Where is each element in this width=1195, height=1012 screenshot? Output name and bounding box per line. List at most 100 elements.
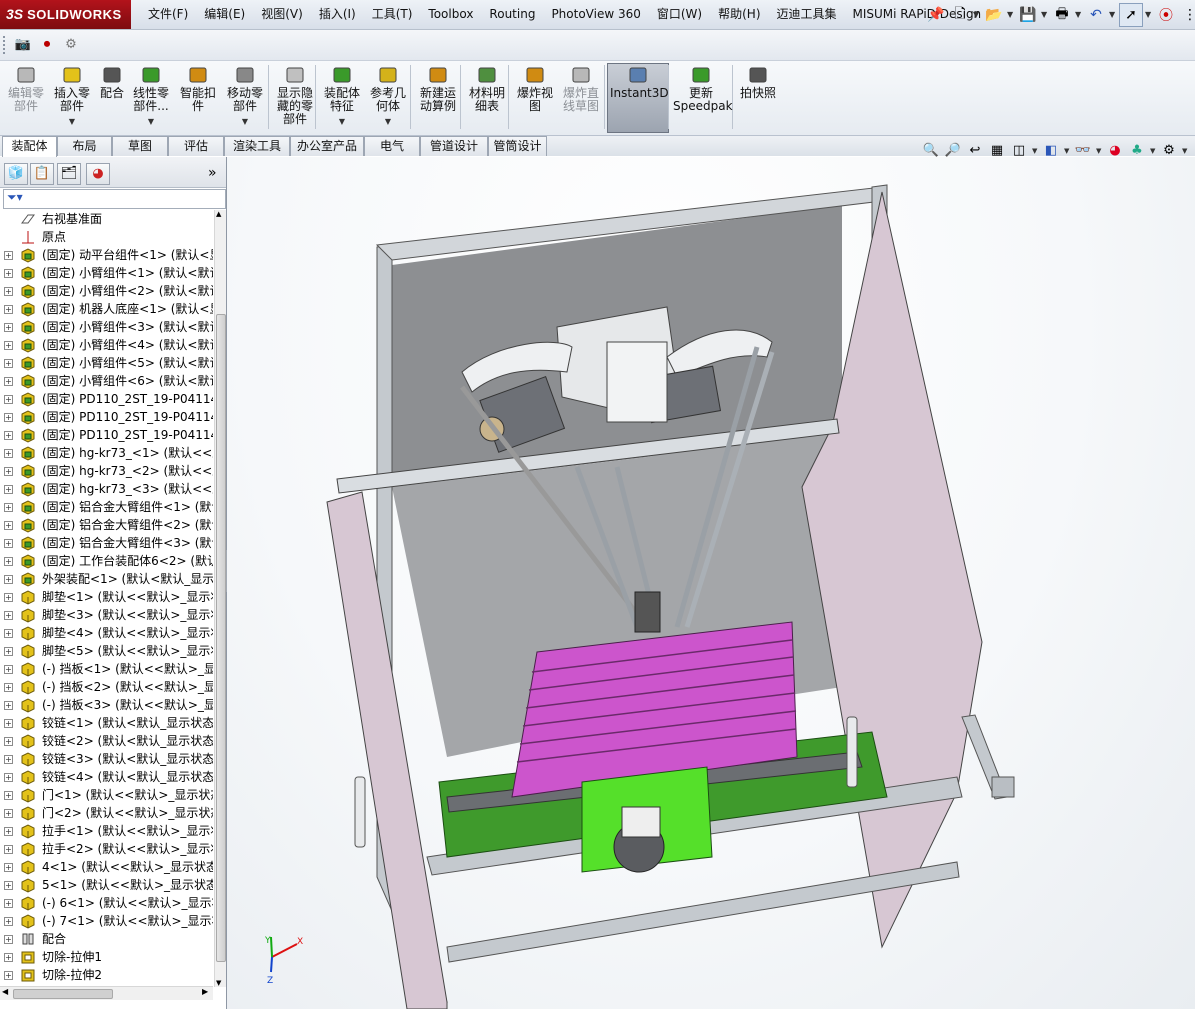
expand-toggle-icon[interactable]: + bbox=[4, 827, 13, 836]
tree-item[interactable]: + (固定) 铝合金大臂组件<2> (默认 bbox=[0, 516, 213, 534]
tree-item[interactable]: + 拉手<2> (默认<<默认>_显示状 bbox=[0, 840, 213, 858]
tab-5[interactable]: 办公室产品 bbox=[290, 136, 364, 156]
expand-toggle-icon[interactable]: + bbox=[4, 539, 13, 548]
dropdown-arrow-icon[interactable]: ▼ bbox=[224, 115, 266, 128]
solidworks-logo[interactable]: 3S SOLIDWORKS bbox=[0, 0, 131, 29]
expand-toggle-icon[interactable]: + bbox=[4, 395, 13, 404]
print-dropdown-icon[interactable]: ▼ bbox=[1075, 10, 1083, 19]
tree-item[interactable]: + 铰链<4> (默认<默认_显示状态- bbox=[0, 768, 213, 786]
expand-toggle-icon[interactable]: + bbox=[4, 359, 13, 368]
undo-dropdown-icon[interactable]: ▼ bbox=[1109, 10, 1117, 19]
expand-toggle-icon[interactable]: + bbox=[4, 719, 13, 728]
open-icon[interactable]: 📂 bbox=[983, 4, 1005, 26]
expand-toggle-icon[interactable]: + bbox=[4, 575, 13, 584]
feature-manager-tree-icon[interactable]: 🧊 bbox=[4, 163, 28, 185]
save-dropdown-icon[interactable]: ▼ bbox=[1041, 10, 1049, 19]
tree-item[interactable]: + 脚垫<1> (默认<<默认>_显示状 bbox=[0, 588, 213, 606]
tab-1[interactable]: 布局 bbox=[57, 136, 112, 156]
menu-item[interactable]: 帮助(H) bbox=[710, 0, 768, 29]
expand-toggle-icon[interactable]: + bbox=[4, 377, 13, 386]
tree-item[interactable]: + (固定) PD110_2ST_19-P041140 bbox=[0, 408, 213, 426]
tab-2[interactable]: 草图 bbox=[112, 136, 168, 156]
tab-8[interactable]: 管筒设计 bbox=[488, 136, 547, 156]
expand-toggle-icon[interactable]: + bbox=[4, 269, 13, 278]
expand-toggle-icon[interactable]: + bbox=[4, 809, 13, 818]
expand-toggle-icon[interactable]: + bbox=[4, 935, 13, 944]
expand-toggle-icon[interactable]: + bbox=[4, 413, 13, 422]
dropdown-arrow-icon[interactable]: ▼ bbox=[130, 115, 172, 128]
undo-icon[interactable]: ↶ bbox=[1085, 4, 1107, 26]
expand-toggle-icon[interactable]: + bbox=[4, 431, 13, 440]
display-manager-icon[interactable]: ◕ bbox=[86, 163, 110, 185]
tree-item[interactable]: + (固定) 铝合金大臂组件<1> (默认 bbox=[0, 498, 213, 516]
expand-panel-icon[interactable]: » bbox=[208, 165, 217, 181]
tab-6[interactable]: 电气 bbox=[364, 136, 420, 156]
display-style-dropdown-icon[interactable]: ▼ bbox=[1064, 147, 1070, 155]
select-dropdown-icon[interactable]: ▼ bbox=[1145, 10, 1153, 19]
options-icon[interactable]: ⋮ bbox=[1179, 4, 1195, 26]
tree-item[interactable]: + 配合 bbox=[0, 930, 213, 948]
expand-toggle-icon[interactable]: + bbox=[4, 593, 13, 602]
tree-item[interactable]: + 外架装配<1> (默认<默认_显示 bbox=[0, 570, 213, 588]
mate-button[interactable]: 配合 bbox=[98, 65, 126, 131]
tree-item[interactable]: +5<1> (默认<<默认>_显示状态 bbox=[0, 876, 213, 894]
tree-item[interactable]: + (固定) 小臂组件<2> (默认<默认 bbox=[0, 282, 213, 300]
configure-icon[interactable]: ⚙ bbox=[62, 36, 80, 54]
tab-7[interactable]: 管道设计 bbox=[420, 136, 488, 156]
scroll-up-icon[interactable]: ▲ bbox=[216, 210, 221, 218]
expand-toggle-icon[interactable]: + bbox=[4, 287, 13, 296]
expand-toggle-icon[interactable]: + bbox=[4, 647, 13, 656]
tree-item[interactable]: +4<1> (默认<<默认>_显示状态 bbox=[0, 858, 213, 876]
menu-item[interactable]: 文件(F) bbox=[140, 0, 196, 29]
expand-toggle-icon[interactable]: + bbox=[4, 701, 13, 710]
toolbar-grip[interactable] bbox=[3, 36, 8, 54]
graphics-area[interactable]: X Y Z bbox=[227, 157, 1195, 1010]
expand-toggle-icon[interactable]: + bbox=[4, 755, 13, 764]
menu-item[interactable]: Toolbox bbox=[420, 0, 481, 29]
tree-item[interactable]: + (固定) 铝合金大臂组件<3> (默认 bbox=[0, 534, 213, 552]
menu-item[interactable]: 工具(T) bbox=[364, 0, 421, 29]
tree-item[interactable]: + (固定) 小臂组件<4> (默认<默认 bbox=[0, 336, 213, 354]
expand-toggle-icon[interactable]: + bbox=[4, 899, 13, 908]
tree-item[interactable]: + (-) 7<1> (默认<<默认>_显示状 bbox=[0, 912, 213, 930]
scene-dropdown-icon[interactable]: ▼ bbox=[1150, 147, 1156, 155]
expand-toggle-icon[interactable]: + bbox=[4, 845, 13, 854]
hide-show-dropdown-icon[interactable]: ▼ bbox=[1096, 147, 1102, 155]
tree-filter[interactable]: ⏷▾ bbox=[3, 189, 226, 209]
tree-item[interactable]: + 铰链<3> (默认<默认_显示状态- bbox=[0, 750, 213, 768]
tree-item[interactable]: + 脚垫<4> (默认<<默认>_显示状 bbox=[0, 624, 213, 642]
tree-item[interactable]: + 切除-拉伸1 bbox=[0, 948, 213, 966]
dropdown-arrow-icon[interactable]: ▼ bbox=[322, 115, 362, 128]
tree-item[interactable]: + 脚垫<5> (默认<<默认>_显示状 bbox=[0, 642, 213, 660]
configuration-manager-icon[interactable]: 🗂 bbox=[57, 163, 81, 185]
menu-item[interactable]: 窗口(W) bbox=[649, 0, 710, 29]
expand-toggle-icon[interactable]: + bbox=[4, 485, 13, 494]
expand-toggle-icon[interactable]: + bbox=[4, 953, 13, 962]
expand-toggle-icon[interactable]: + bbox=[4, 917, 13, 926]
scroll-right-icon[interactable]: ▶ bbox=[202, 987, 208, 996]
expand-toggle-icon[interactable]: + bbox=[4, 611, 13, 620]
explode-line-button[interactable]: 爆炸直 线草图 bbox=[561, 65, 601, 131]
tree-item[interactable]: + (固定) hg-kr73_<2> (默认<<显 bbox=[0, 462, 213, 480]
expand-toggle-icon[interactable]: + bbox=[4, 971, 13, 980]
tree-vertical-scrollbar[interactable]: ▲ ▼ bbox=[214, 210, 226, 987]
tab-0[interactable]: 装配体 bbox=[2, 136, 57, 157]
print-icon[interactable]: 🖶 bbox=[1051, 4, 1073, 26]
open-dropdown-icon[interactable]: ▼ bbox=[1007, 10, 1015, 19]
dropdown-arrow-icon[interactable]: ▼ bbox=[368, 115, 408, 128]
menu-item[interactable]: PhotoView 360 bbox=[543, 0, 648, 29]
pin-icon[interactable]: 📌 bbox=[925, 4, 947, 26]
snapshot-button[interactable]: 拍快照 bbox=[738, 65, 778, 131]
save-icon[interactable]: 💾 bbox=[1017, 4, 1039, 26]
tree-horizontal-scrollbar[interactable]: ◀ ▶ bbox=[0, 986, 213, 1000]
reference-geometry-button[interactable]: 参考几 何体 ▼ bbox=[368, 65, 408, 131]
expand-toggle-icon[interactable]: + bbox=[4, 251, 13, 260]
expand-toggle-icon[interactable]: + bbox=[4, 305, 13, 314]
edit-component-button[interactable]: 编辑零 部件 bbox=[6, 65, 46, 131]
expand-toggle-icon[interactable]: + bbox=[4, 449, 13, 458]
expand-toggle-icon[interactable]: + bbox=[4, 557, 13, 566]
expand-toggle-icon[interactable]: + bbox=[4, 665, 13, 674]
camera-icon[interactable]: 📷 bbox=[14, 36, 32, 54]
tree-item[interactable]: + 铰链<2> (默认<默认_显示状态- bbox=[0, 732, 213, 750]
instant3d-button[interactable]: Instant3D bbox=[610, 65, 669, 131]
